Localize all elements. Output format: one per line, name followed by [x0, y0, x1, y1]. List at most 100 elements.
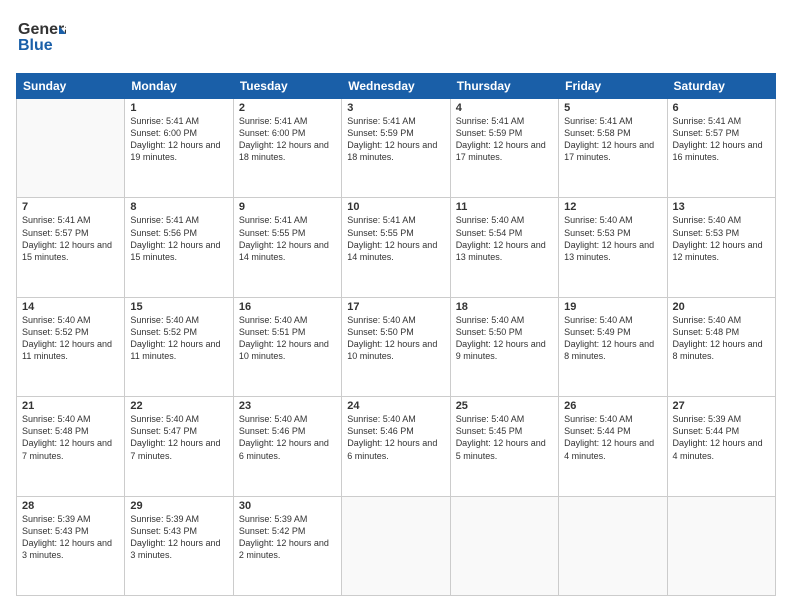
day-info: Sunrise: 5:41 AMSunset: 5:56 PMDaylight:… [130, 214, 227, 263]
calendar-cell: 22Sunrise: 5:40 AMSunset: 5:47 PMDayligh… [125, 397, 233, 496]
day-number: 21 [22, 400, 119, 412]
day-info: Sunrise: 5:41 AMSunset: 5:59 PMDaylight:… [347, 115, 444, 164]
logo: General Blue [16, 16, 66, 63]
calendar-cell: 8Sunrise: 5:41 AMSunset: 5:56 PMDaylight… [125, 198, 233, 297]
weekday-header-monday: Monday [125, 74, 233, 99]
weekday-header-thursday: Thursday [450, 74, 558, 99]
calendar-cell: 1Sunrise: 5:41 AMSunset: 6:00 PMDaylight… [125, 99, 233, 198]
day-info: Sunrise: 5:40 AMSunset: 5:50 PMDaylight:… [347, 314, 444, 363]
calendar-cell: 21Sunrise: 5:40 AMSunset: 5:48 PMDayligh… [17, 397, 125, 496]
page: General Blue SundayMondayTuesdayWednesda… [0, 0, 792, 612]
weekday-header-sunday: Sunday [17, 74, 125, 99]
calendar-cell: 29Sunrise: 5:39 AMSunset: 5:43 PMDayligh… [125, 496, 233, 595]
day-info: Sunrise: 5:41 AMSunset: 6:00 PMDaylight:… [130, 115, 227, 164]
logo-icon: General Blue [16, 16, 66, 58]
calendar-cell: 6Sunrise: 5:41 AMSunset: 5:57 PMDaylight… [667, 99, 775, 198]
day-number: 22 [130, 400, 227, 412]
day-number: 8 [130, 201, 227, 213]
calendar-cell: 30Sunrise: 5:39 AMSunset: 5:42 PMDayligh… [233, 496, 341, 595]
week-row-3: 14Sunrise: 5:40 AMSunset: 5:52 PMDayligh… [17, 297, 776, 396]
day-info: Sunrise: 5:40 AMSunset: 5:44 PMDaylight:… [564, 413, 661, 462]
day-info: Sunrise: 5:40 AMSunset: 5:54 PMDaylight:… [456, 214, 553, 263]
day-info: Sunrise: 5:41 AMSunset: 5:55 PMDaylight:… [347, 214, 444, 263]
weekday-header-wednesday: Wednesday [342, 74, 450, 99]
day-number: 18 [456, 301, 553, 313]
calendar-cell: 16Sunrise: 5:40 AMSunset: 5:51 PMDayligh… [233, 297, 341, 396]
day-info: Sunrise: 5:41 AMSunset: 6:00 PMDaylight:… [239, 115, 336, 164]
calendar-cell: 15Sunrise: 5:40 AMSunset: 5:52 PMDayligh… [125, 297, 233, 396]
day-info: Sunrise: 5:40 AMSunset: 5:46 PMDaylight:… [239, 413, 336, 462]
day-info: Sunrise: 5:40 AMSunset: 5:46 PMDaylight:… [347, 413, 444, 462]
day-number: 27 [673, 400, 770, 412]
day-number: 28 [22, 500, 119, 512]
day-info: Sunrise: 5:39 AMSunset: 5:43 PMDaylight:… [22, 513, 119, 562]
weekday-header-tuesday: Tuesday [233, 74, 341, 99]
day-info: Sunrise: 5:40 AMSunset: 5:49 PMDaylight:… [564, 314, 661, 363]
calendar-cell: 14Sunrise: 5:40 AMSunset: 5:52 PMDayligh… [17, 297, 125, 396]
day-number: 30 [239, 500, 336, 512]
day-info: Sunrise: 5:40 AMSunset: 5:51 PMDaylight:… [239, 314, 336, 363]
calendar-table: SundayMondayTuesdayWednesdayThursdayFrid… [16, 73, 776, 596]
week-row-4: 21Sunrise: 5:40 AMSunset: 5:48 PMDayligh… [17, 397, 776, 496]
day-info: Sunrise: 5:40 AMSunset: 5:53 PMDaylight:… [564, 214, 661, 263]
day-info: Sunrise: 5:39 AMSunset: 5:43 PMDaylight:… [130, 513, 227, 562]
header: General Blue [16, 16, 776, 63]
day-info: Sunrise: 5:39 AMSunset: 5:42 PMDaylight:… [239, 513, 336, 562]
calendar-cell: 25Sunrise: 5:40 AMSunset: 5:45 PMDayligh… [450, 397, 558, 496]
day-number: 15 [130, 301, 227, 313]
day-info: Sunrise: 5:40 AMSunset: 5:52 PMDaylight:… [22, 314, 119, 363]
day-info: Sunrise: 5:40 AMSunset: 5:45 PMDaylight:… [456, 413, 553, 462]
calendar-cell: 26Sunrise: 5:40 AMSunset: 5:44 PMDayligh… [559, 397, 667, 496]
calendar-cell: 18Sunrise: 5:40 AMSunset: 5:50 PMDayligh… [450, 297, 558, 396]
calendar-cell [559, 496, 667, 595]
day-number: 23 [239, 400, 336, 412]
day-info: Sunrise: 5:40 AMSunset: 5:48 PMDaylight:… [22, 413, 119, 462]
day-info: Sunrise: 5:40 AMSunset: 5:47 PMDaylight:… [130, 413, 227, 462]
day-info: Sunrise: 5:40 AMSunset: 5:52 PMDaylight:… [130, 314, 227, 363]
day-number: 11 [456, 201, 553, 213]
svg-text:General: General [18, 21, 66, 38]
day-info: Sunrise: 5:41 AMSunset: 5:55 PMDaylight:… [239, 214, 336, 263]
day-info: Sunrise: 5:40 AMSunset: 5:53 PMDaylight:… [673, 214, 770, 263]
day-number: 29 [130, 500, 227, 512]
calendar-cell: 3Sunrise: 5:41 AMSunset: 5:59 PMDaylight… [342, 99, 450, 198]
day-info: Sunrise: 5:41 AMSunset: 5:59 PMDaylight:… [456, 115, 553, 164]
calendar-cell: 2Sunrise: 5:41 AMSunset: 6:00 PMDaylight… [233, 99, 341, 198]
day-number: 7 [22, 201, 119, 213]
day-info: Sunrise: 5:41 AMSunset: 5:57 PMDaylight:… [22, 214, 119, 263]
day-number: 13 [673, 201, 770, 213]
calendar-cell: 7Sunrise: 5:41 AMSunset: 5:57 PMDaylight… [17, 198, 125, 297]
day-number: 5 [564, 102, 661, 114]
week-row-2: 7Sunrise: 5:41 AMSunset: 5:57 PMDaylight… [17, 198, 776, 297]
calendar-cell [17, 99, 125, 198]
day-number: 24 [347, 400, 444, 412]
day-number: 25 [456, 400, 553, 412]
weekday-header-saturday: Saturday [667, 74, 775, 99]
calendar-cell: 9Sunrise: 5:41 AMSunset: 5:55 PMDaylight… [233, 198, 341, 297]
day-info: Sunrise: 5:39 AMSunset: 5:44 PMDaylight:… [673, 413, 770, 462]
calendar-cell: 13Sunrise: 5:40 AMSunset: 5:53 PMDayligh… [667, 198, 775, 297]
weekday-header-row: SundayMondayTuesdayWednesdayThursdayFrid… [17, 74, 776, 99]
day-info: Sunrise: 5:41 AMSunset: 5:58 PMDaylight:… [564, 115, 661, 164]
day-info: Sunrise: 5:40 AMSunset: 5:48 PMDaylight:… [673, 314, 770, 363]
day-info: Sunrise: 5:40 AMSunset: 5:50 PMDaylight:… [456, 314, 553, 363]
calendar-cell: 4Sunrise: 5:41 AMSunset: 5:59 PMDaylight… [450, 99, 558, 198]
calendar-cell: 5Sunrise: 5:41 AMSunset: 5:58 PMDaylight… [559, 99, 667, 198]
calendar-cell: 11Sunrise: 5:40 AMSunset: 5:54 PMDayligh… [450, 198, 558, 297]
day-number: 17 [347, 301, 444, 313]
day-number: 12 [564, 201, 661, 213]
day-number: 16 [239, 301, 336, 313]
day-number: 4 [456, 102, 553, 114]
calendar-cell: 20Sunrise: 5:40 AMSunset: 5:48 PMDayligh… [667, 297, 775, 396]
day-number: 2 [239, 102, 336, 114]
week-row-1: 1Sunrise: 5:41 AMSunset: 6:00 PMDaylight… [17, 99, 776, 198]
day-number: 10 [347, 201, 444, 213]
weekday-header-friday: Friday [559, 74, 667, 99]
calendar-cell: 24Sunrise: 5:40 AMSunset: 5:46 PMDayligh… [342, 397, 450, 496]
day-number: 6 [673, 102, 770, 114]
day-number: 14 [22, 301, 119, 313]
day-number: 19 [564, 301, 661, 313]
svg-text:Blue: Blue [18, 37, 53, 54]
day-number: 26 [564, 400, 661, 412]
day-info: Sunrise: 5:41 AMSunset: 5:57 PMDaylight:… [673, 115, 770, 164]
